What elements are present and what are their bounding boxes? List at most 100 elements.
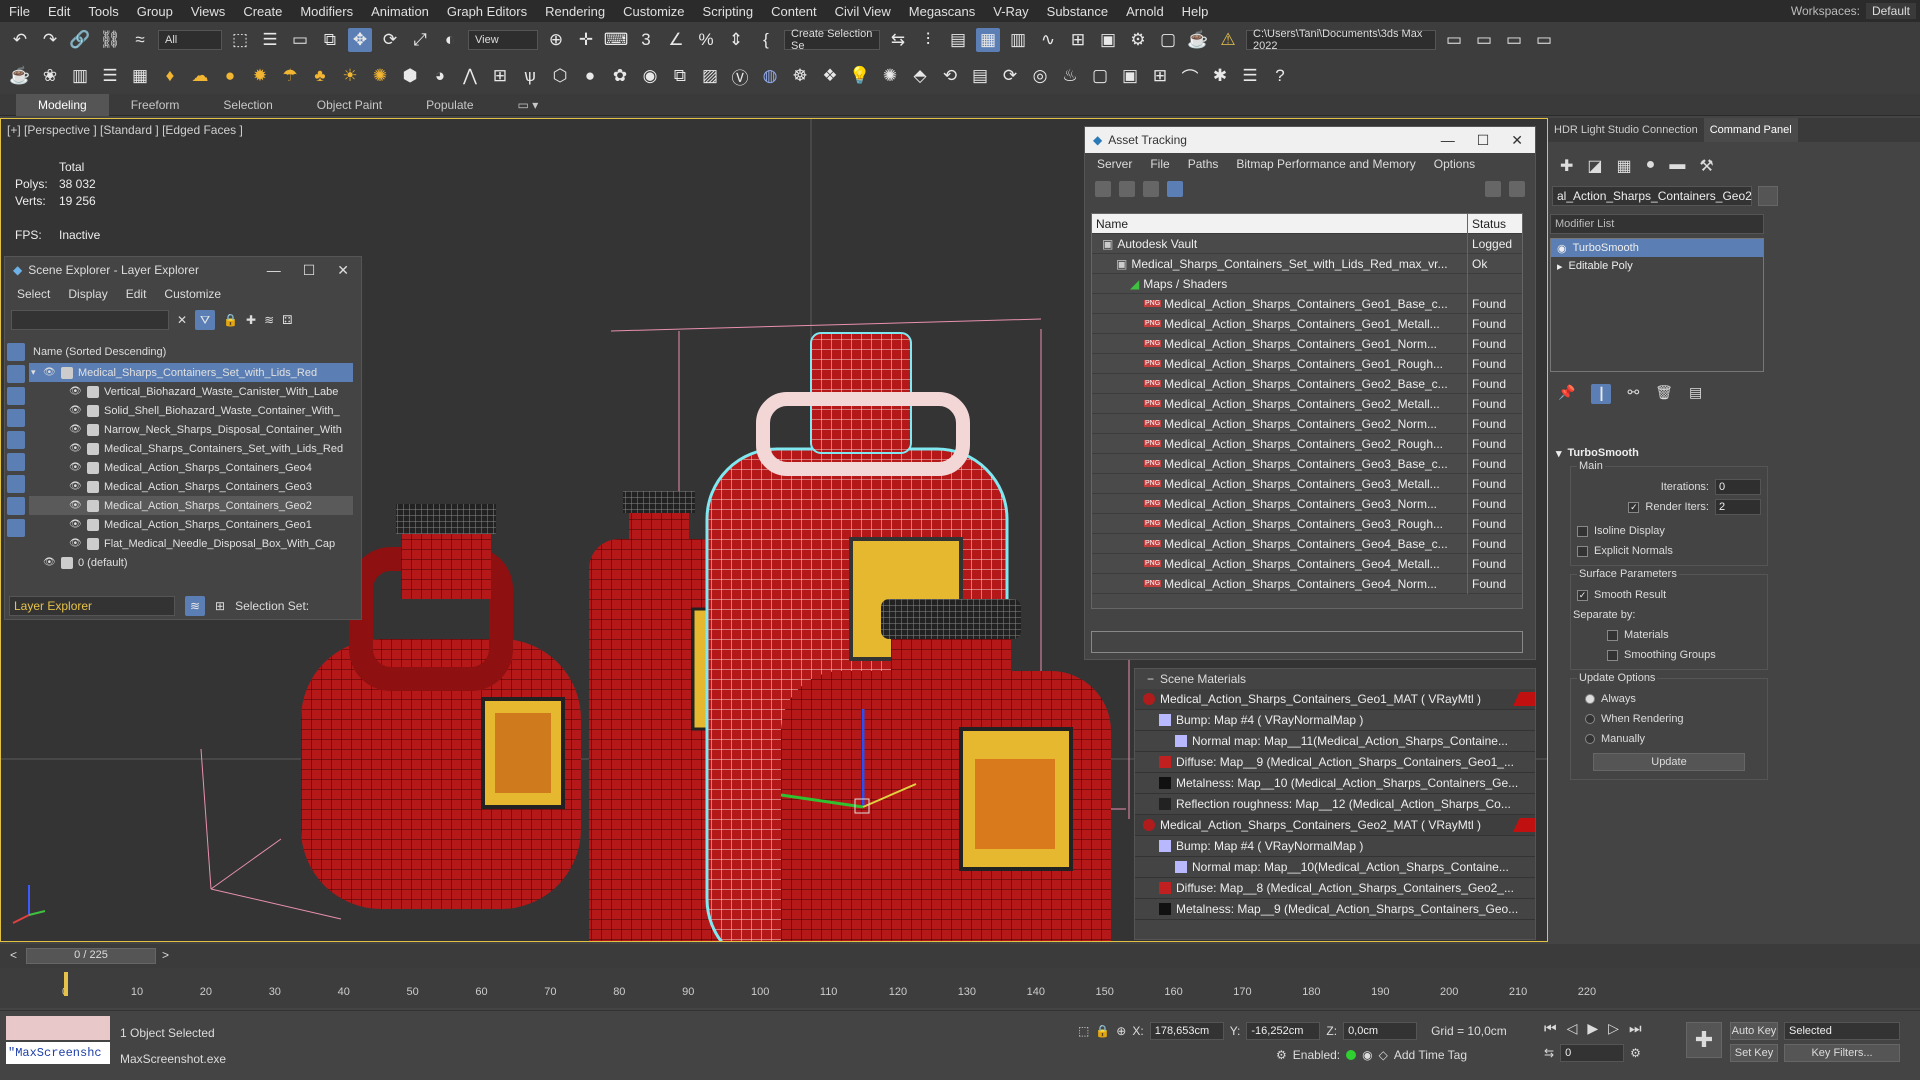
- list-item[interactable]: 👁 Vertical_Biohazard_Waste_Canister_With_…: [29, 382, 353, 401]
- y-coordinate-field[interactable]: -16,252cm: [1246, 1022, 1321, 1040]
- table-row[interactable]: PNG Medical_Action_Sharps_Containers_Geo2…: [1092, 433, 1522, 454]
- menu-group[interactable]: Group: [128, 4, 182, 19]
- menu-edit[interactable]: Edit: [39, 4, 79, 19]
- se-menu-customize[interactable]: Customize: [164, 287, 221, 301]
- bulb-icon[interactable]: 💡: [848, 64, 872, 88]
- asset-tracking-titlebar[interactable]: ◆ Asset Tracking — ☐ ✕: [1085, 127, 1535, 153]
- filter-cameras-icon[interactable]: [7, 409, 25, 427]
- visibility-eye-icon[interactable]: 👁: [69, 443, 83, 454]
- lightmix-icon[interactable]: ◎: [1028, 64, 1052, 88]
- redo-icon[interactable]: ↷: [38, 28, 62, 52]
- material-item[interactable]: Medical_Action_Sharps_Containers_Geo1_MA…: [1135, 689, 1535, 710]
- auto-key-button[interactable]: Auto Key: [1730, 1022, 1778, 1040]
- filter-geometry-icon[interactable]: [7, 343, 25, 361]
- enabled-indicator[interactable]: [1346, 1050, 1357, 1060]
- table-row[interactable]: ◢ Maps / Shaders: [1092, 273, 1522, 294]
- map-item[interactable]: Metalness: Map__9 (Medical_Action_Sharps…: [1135, 899, 1535, 920]
- always-radio[interactable]: [1585, 694, 1595, 704]
- add-time-tag-button[interactable]: Add Time Tag: [1394, 1048, 1467, 1062]
- scene-explorer-search-input[interactable]: [11, 310, 169, 330]
- pivot-center-icon[interactable]: ⊕: [544, 28, 568, 52]
- table-row[interactable]: PNG Medical_Action_Sharps_Containers_Geo4…: [1092, 553, 1522, 574]
- ipr-icon[interactable]: ❖: [818, 64, 842, 88]
- menu-file[interactable]: File: [0, 4, 39, 19]
- list-item[interactable]: 👁 Medical_Action_Sharps_Containers_Geo2: [29, 496, 353, 515]
- visibility-eye-icon[interactable]: 👁: [43, 367, 57, 378]
- ambient-light-icon[interactable]: ✺: [368, 64, 392, 88]
- select-scale-icon[interactable]: ⤢: [408, 28, 432, 52]
- menu-create[interactable]: Create: [234, 4, 291, 19]
- current-frame-field[interactable]: 0: [1560, 1044, 1625, 1062]
- eye-icon[interactable]: ◉: [1557, 242, 1567, 255]
- link-icon[interactable]: 🔗: [68, 28, 92, 52]
- ribbon-tab-object-paint[interactable]: Object Paint: [295, 94, 404, 116]
- list2-icon[interactable]: ☰: [1238, 64, 1262, 88]
- menu-civil-view[interactable]: Civil View: [826, 4, 900, 19]
- prev-frame-arrow-icon[interactable]: <: [10, 948, 17, 962]
- clear-search-icon[interactable]: ✕: [177, 313, 187, 327]
- when-rendering-radio[interactable]: [1585, 714, 1595, 724]
- map-item[interactable]: Reflection roughness: Map__12 (Medical_A…: [1135, 794, 1535, 815]
- show-end-result-icon[interactable]: ┃: [1591, 384, 1612, 404]
- layers-icon[interactable]: ▣: [1118, 64, 1142, 88]
- select-object-icon[interactable]: ⬚: [228, 28, 252, 52]
- material-sphere-icon[interactable]: ●: [578, 64, 602, 88]
- menu-views[interactable]: Views: [182, 4, 234, 19]
- table-row[interactable]: PNG Medical_Action_Sharps_Containers_Geo1…: [1092, 353, 1522, 374]
- se-menu-edit[interactable]: Edit: [126, 287, 147, 301]
- bind-space-warp-icon[interactable]: ≈: [128, 28, 152, 52]
- railclone-icon[interactable]: ▥: [68, 64, 92, 88]
- list-item[interactable]: 👁 Medical_Action_Sharps_Containers_Geo3: [29, 477, 353, 496]
- update-button[interactable]: Update: [1593, 753, 1745, 771]
- visibility-eye-icon[interactable]: 👁: [69, 424, 83, 435]
- vray-mesh-icon[interactable]: ⬡: [548, 64, 572, 88]
- rendered-frame-window-icon[interactable]: ▢: [1156, 28, 1180, 52]
- menu-megascans[interactable]: Megascans: [900, 4, 984, 19]
- new-layer-icon[interactable]: ✚: [246, 313, 256, 327]
- mirror-icon[interactable]: ⇆: [886, 28, 910, 52]
- object-color-swatch[interactable]: [1758, 186, 1778, 206]
- copy-icon[interactable]: ⧉: [668, 64, 692, 88]
- open-project-icon[interactable]: ▭: [1442, 28, 1466, 52]
- expand-arrow-icon[interactable]: ▸: [1557, 260, 1563, 273]
- render-production-icon[interactable]: ☕: [1186, 28, 1210, 52]
- ribbon-tab-populate[interactable]: Populate: [404, 94, 495, 116]
- at-menu-paths[interactable]: Paths: [1188, 157, 1219, 171]
- place-icon[interactable]: ◐: [438, 28, 462, 52]
- menu-customize[interactable]: Customize: [614, 4, 693, 19]
- align-icon[interactable]: ⫶: [916, 28, 940, 52]
- spot-light-icon[interactable]: ☂: [278, 64, 302, 88]
- selection-set-dropdown[interactable]: Create Selection Se: [784, 28, 880, 52]
- at-menu-server[interactable]: Server: [1097, 157, 1132, 171]
- workspace-icon[interactable]: ▭: [1532, 28, 1556, 52]
- next-frame-arrow-icon[interactable]: >: [162, 948, 169, 962]
- display-icon[interactable]: ▬: [1669, 156, 1685, 176]
- modifier-list-dropdown[interactable]: Modifier List: [1550, 214, 1764, 234]
- multi-sphere-icon[interactable]: ✿: [608, 64, 632, 88]
- map-item[interactable]: Bump: Map #4 ( VRayNormalMap ): [1135, 710, 1535, 731]
- minimize-icon[interactable]: —: [267, 262, 281, 279]
- name-column-header[interactable]: Name (Sorted Descending): [29, 343, 353, 361]
- list-icon[interactable]: ☰: [98, 64, 122, 88]
- lock-icon[interactable]: 🔒: [223, 313, 238, 327]
- stack-item-editable-poly[interactable]: ▸ Editable Poly: [1551, 257, 1763, 275]
- sphere-light-icon[interactable]: ●: [218, 64, 242, 88]
- vray-plane-icon[interactable]: ⊞: [488, 64, 512, 88]
- go-to-start-icon[interactable]: ⏮: [1544, 1020, 1557, 1037]
- object-name-field[interactable]: al_Action_Sharps_Containers_Geo2: [1552, 186, 1752, 206]
- list-item[interactable]: 👁 Medical_Sharps_Containers_Set_with_Lids…: [29, 439, 353, 458]
- vray-proxy-icon[interactable]: ⬢: [398, 64, 422, 88]
- help-icon[interactable]: ?: [1268, 64, 1292, 88]
- list-item[interactable]: 👁 Medical_Action_Sharps_Containers_Geo1: [29, 515, 353, 534]
- list-item[interactable]: 👁 Medical_Action_Sharps_Containers_Geo4: [29, 458, 353, 477]
- map-item[interactable]: Diffuse: Map__8 (Medical_Action_Sharps_C…: [1135, 878, 1535, 899]
- omni-light-icon[interactable]: ✹: [248, 64, 272, 88]
- schematic-view-icon[interactable]: ⊞: [1066, 28, 1090, 52]
- status-column-header[interactable]: Status: [1468, 217, 1506, 231]
- material-item[interactable]: Medical_Action_Sharps_Containers_Geo2_MA…: [1135, 815, 1535, 836]
- options-icon[interactable]: [1509, 181, 1525, 197]
- tree-view-icon[interactable]: [1143, 181, 1159, 197]
- cloud-icon[interactable]: ☁: [188, 64, 212, 88]
- filter-helpers-icon[interactable]: [7, 431, 25, 449]
- configure-sets-icon[interactable]: ▤: [1689, 384, 1702, 404]
